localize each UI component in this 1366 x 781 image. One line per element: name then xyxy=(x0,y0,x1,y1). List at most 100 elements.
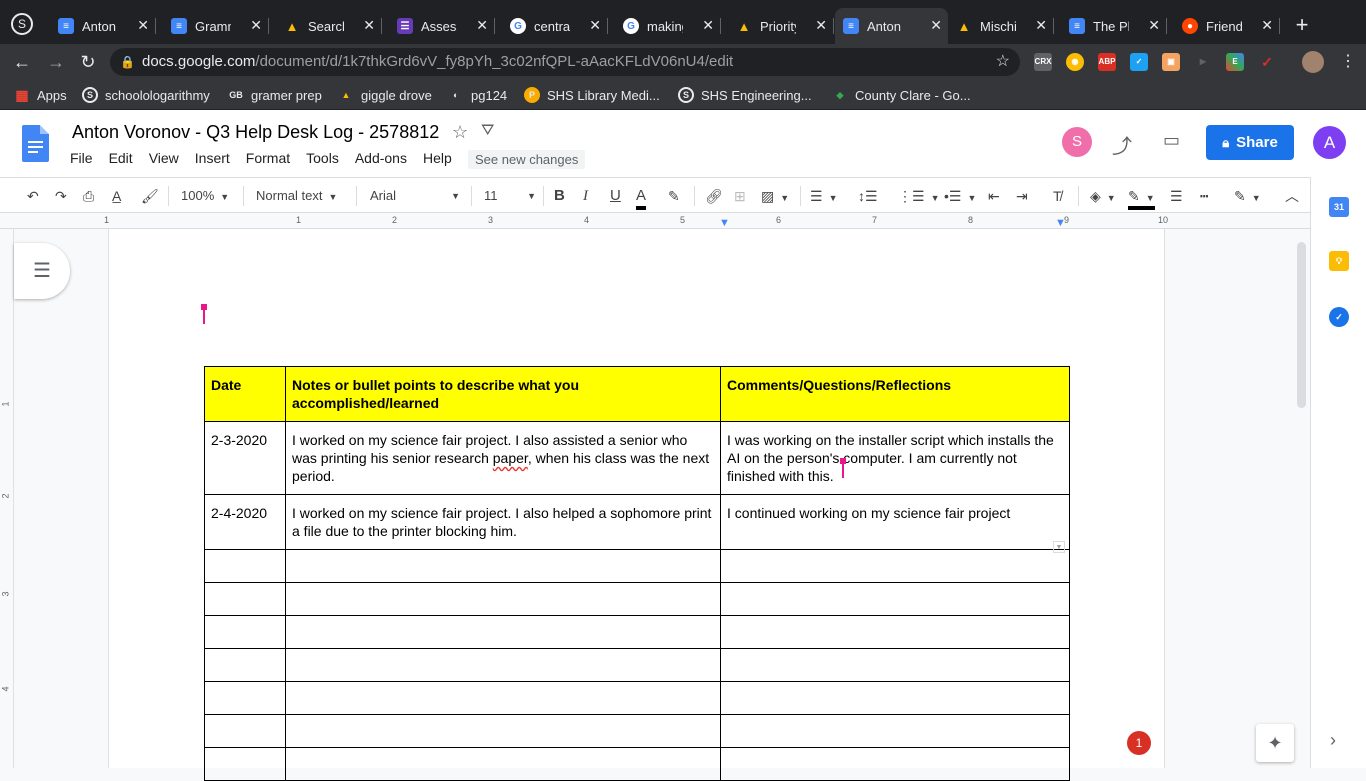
close-tab-icon[interactable]: ✕ xyxy=(363,17,375,34)
browser-tab[interactable]: ≡ The Plan ✕ xyxy=(1061,8,1167,44)
undo-icon[interactable]: ↶ xyxy=(27,186,39,206)
empty-cell[interactable] xyxy=(720,549,1070,583)
zoom-select[interactable]: 100% ▼ xyxy=(181,186,229,206)
bookmark-item[interactable]: P SHS Library Medi... xyxy=(524,86,660,104)
italic-icon[interactable]: I xyxy=(583,186,588,206)
browser-tab[interactable]: ▲ Priority - ✕ xyxy=(728,8,834,44)
empty-cell[interactable] xyxy=(285,681,721,715)
style-select[interactable]: Normal text ▼ xyxy=(256,186,337,206)
empty-cell[interactable] xyxy=(204,582,286,616)
spelling-error-text[interactable]: paper xyxy=(493,450,528,466)
keep-icon[interactable]: 💡︎ xyxy=(1329,251,1349,271)
close-tab-icon[interactable]: ✕ xyxy=(1261,17,1273,34)
bookmark-item[interactable]: ◆ County Clare - Go... xyxy=(832,86,971,104)
cell-notes[interactable]: I worked on my science fair project. I a… xyxy=(285,494,721,550)
horizontal-ruler[interactable]: 1 1 2 3 4 5 6 7 8 9 10 ▼ ▼ xyxy=(0,214,1310,229)
insert-image-icon[interactable]: ▨ ▼ xyxy=(761,186,789,206)
back-icon[interactable]: ← xyxy=(10,50,34,74)
close-tab-icon[interactable]: ✕ xyxy=(476,17,488,34)
print-icon[interactable]: ⎙ xyxy=(83,186,94,206)
empty-cell[interactable] xyxy=(285,648,721,682)
menu-view[interactable]: View xyxy=(149,150,179,166)
close-tab-icon[interactable]: ✕ xyxy=(1035,17,1047,34)
crx-extension-icon[interactable]: CRX xyxy=(1034,53,1052,71)
browser-tab[interactable]: ☰ Assessm ✕ xyxy=(389,8,495,44)
highlight-icon[interactable]: ✎ xyxy=(668,186,680,206)
line-spacing-icon[interactable]: ↕☰ xyxy=(858,186,878,206)
empty-cell[interactable] xyxy=(720,714,1070,748)
extension-icon[interactable]: ▣ xyxy=(1162,53,1180,71)
border-width-icon[interactable]: ☰ xyxy=(1170,186,1183,206)
font-size-select[interactable]: 11 ▼ xyxy=(484,186,536,206)
close-tab-icon[interactable]: ✕ xyxy=(589,17,601,34)
empty-cell[interactable] xyxy=(285,549,721,583)
collaborator-avatar[interactable]: S xyxy=(1062,127,1092,157)
browser-tab[interactable]: ● Friend o ✕ xyxy=(1174,8,1280,44)
decrease-indent-icon[interactable]: ⇤ xyxy=(988,186,1000,206)
collapse-toolbar-icon[interactable]: ︿ xyxy=(1285,186,1299,206)
numbered-list-icon[interactable]: ⋮☰ ▼ xyxy=(898,186,939,206)
browser-tab[interactable]: Gmaking j ✕ xyxy=(615,8,721,44)
border-color-icon[interactable]: ✎ ▼ xyxy=(1128,186,1155,210)
cell-notes[interactable]: I worked on my science fair project. I a… xyxy=(285,421,721,495)
reload-icon[interactable]: ↻ xyxy=(76,50,100,74)
close-tab-icon[interactable]: ✕ xyxy=(1148,17,1160,34)
bookmark-item[interactable]: ▲ giggle drove xyxy=(338,86,432,104)
menu-help[interactable]: Help xyxy=(423,150,452,166)
menu-insert[interactable]: Insert xyxy=(195,150,230,166)
browser-tab[interactable]: ▲ Mischief ✕ xyxy=(948,8,1054,44)
star-icon[interactable]: ☆ xyxy=(452,122,468,143)
empty-cell[interactable] xyxy=(720,747,1070,781)
address-bar[interactable]: 🔒 docs.google.com/document/d/1k7thkGrd6v… xyxy=(110,48,1020,76)
close-tab-icon[interactable]: ✕ xyxy=(815,17,827,34)
notification-badge[interactable]: 1 xyxy=(1127,731,1151,755)
log-table[interactable]: Date Notes or bullet points to describe … xyxy=(204,366,1070,781)
align-icon[interactable]: ☰ ▼ xyxy=(810,186,837,206)
menu-format[interactable]: Format xyxy=(246,150,290,166)
menu-icon[interactable]: ⋮ xyxy=(1336,50,1360,74)
bookmark-item[interactable]: ◐ pg124 xyxy=(448,86,507,104)
cell-options-icon[interactable]: ▼ xyxy=(1053,541,1065,553)
bookmark-item[interactable]: ▦ Apps xyxy=(14,86,66,104)
cell-background-icon[interactable]: ◈ ▼ xyxy=(1090,186,1116,206)
close-tab-icon[interactable]: ✕ xyxy=(250,17,262,34)
underline-icon[interactable]: U xyxy=(610,186,621,206)
font-select[interactable]: Arial ▼ xyxy=(370,186,460,206)
cell-comments[interactable]: I continued working on my science fair p… xyxy=(720,494,1070,550)
cell-date[interactable]: 2-3-2020 xyxy=(204,421,286,495)
tasks-icon[interactable]: ✓ xyxy=(1329,307,1349,327)
close-tab-icon[interactable]: ✕ xyxy=(137,17,149,34)
empty-cell[interactable] xyxy=(285,714,721,748)
increase-indent-icon[interactable]: ⇥ xyxy=(1016,186,1028,206)
menu-edit[interactable]: Edit xyxy=(109,150,133,166)
activity-trend-icon[interactable]: ⤴ xyxy=(1112,130,1132,159)
clear-formatting-icon[interactable]: T̸ xyxy=(1053,186,1062,206)
owl-extension-icon[interactable]: ◉ xyxy=(1066,53,1084,71)
new-tab-button[interactable]: + xyxy=(1290,12,1314,38)
bookmark-star-icon[interactable]: ☆ xyxy=(996,48,1010,76)
redo-icon[interactable]: ↷ xyxy=(55,186,67,206)
calendar-icon[interactable]: 31 xyxy=(1329,197,1349,217)
see-new-changes-link[interactable]: See new changes xyxy=(468,150,586,169)
empty-cell[interactable] xyxy=(720,615,1070,649)
browser-tab[interactable]: Gcentral a ✕ xyxy=(502,8,608,44)
extension-icon[interactable]: ✓ xyxy=(1258,53,1276,71)
explore-icon[interactable]: ✦ xyxy=(1256,724,1294,762)
adblock-extension-icon[interactable]: ABP xyxy=(1098,53,1116,71)
vertical-ruler[interactable]: 1 2 3 4 xyxy=(0,229,14,768)
close-tab-icon[interactable]: ✕ xyxy=(702,17,714,34)
docs-logo-icon[interactable] xyxy=(22,125,49,162)
menu-file[interactable]: File xyxy=(70,150,93,166)
header-notes[interactable]: Notes or bullet points to describe what … xyxy=(285,366,721,422)
cell-comments[interactable]: I was working on the installer script wh… xyxy=(720,421,1070,495)
profile-avatar[interactable] xyxy=(1302,51,1324,73)
empty-cell[interactable] xyxy=(204,747,286,781)
browser-tab[interactable]: ≡ Anton Vc ✕ xyxy=(835,8,948,44)
move-to-folder-icon[interactable]: ⛛ xyxy=(481,122,494,140)
empty-cell[interactable] xyxy=(285,747,721,781)
paint-format-icon[interactable]: 🖌︎ xyxy=(141,186,159,206)
spellcheck-icon[interactable]: A̲ xyxy=(112,186,121,206)
close-tab-icon[interactable]: ✕ xyxy=(930,17,942,34)
forward-icon[interactable]: → xyxy=(44,50,68,74)
comments-icon[interactable]: ▭ xyxy=(1163,130,1180,151)
